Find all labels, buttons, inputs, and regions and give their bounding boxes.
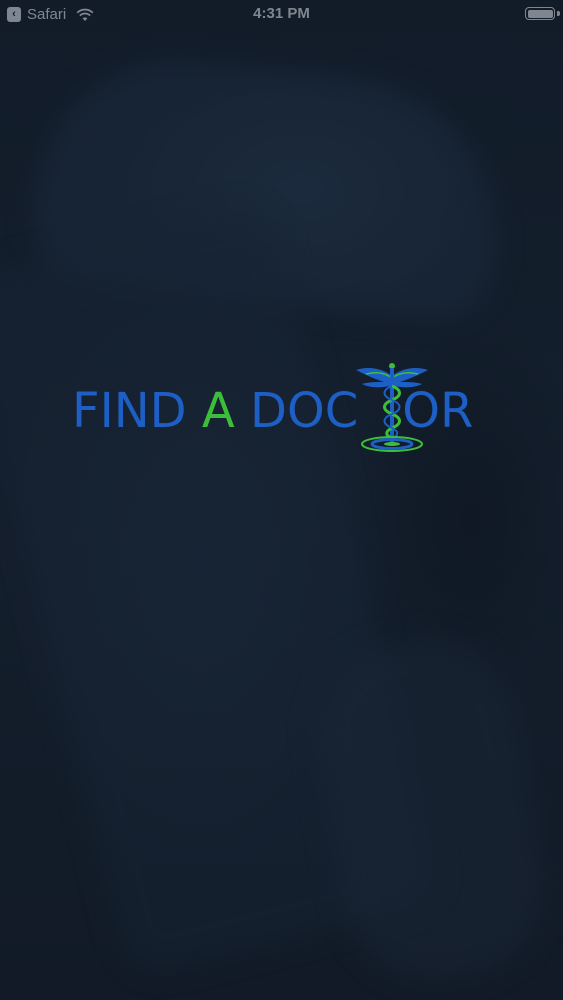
find-a-doctor-logo: FIND A DOC OR [72,360,492,460]
status-time: 4:31 PM [253,5,310,22]
logo-text-doc: DOC [234,383,359,439]
battery-fill [527,9,553,18]
battery-icon [525,7,555,20]
splash-screen: ‹ Safari 4:31 PM FIND A DOC OR [0,0,563,1000]
battery-nub [557,11,560,16]
status-bar: ‹ Safari 4:31 PM [0,0,563,28]
logo-text-a: A [201,383,235,439]
background-blur-hand [301,625,559,995]
logo-text-find: FIND [72,383,202,439]
caduceus-icon [356,363,428,452]
